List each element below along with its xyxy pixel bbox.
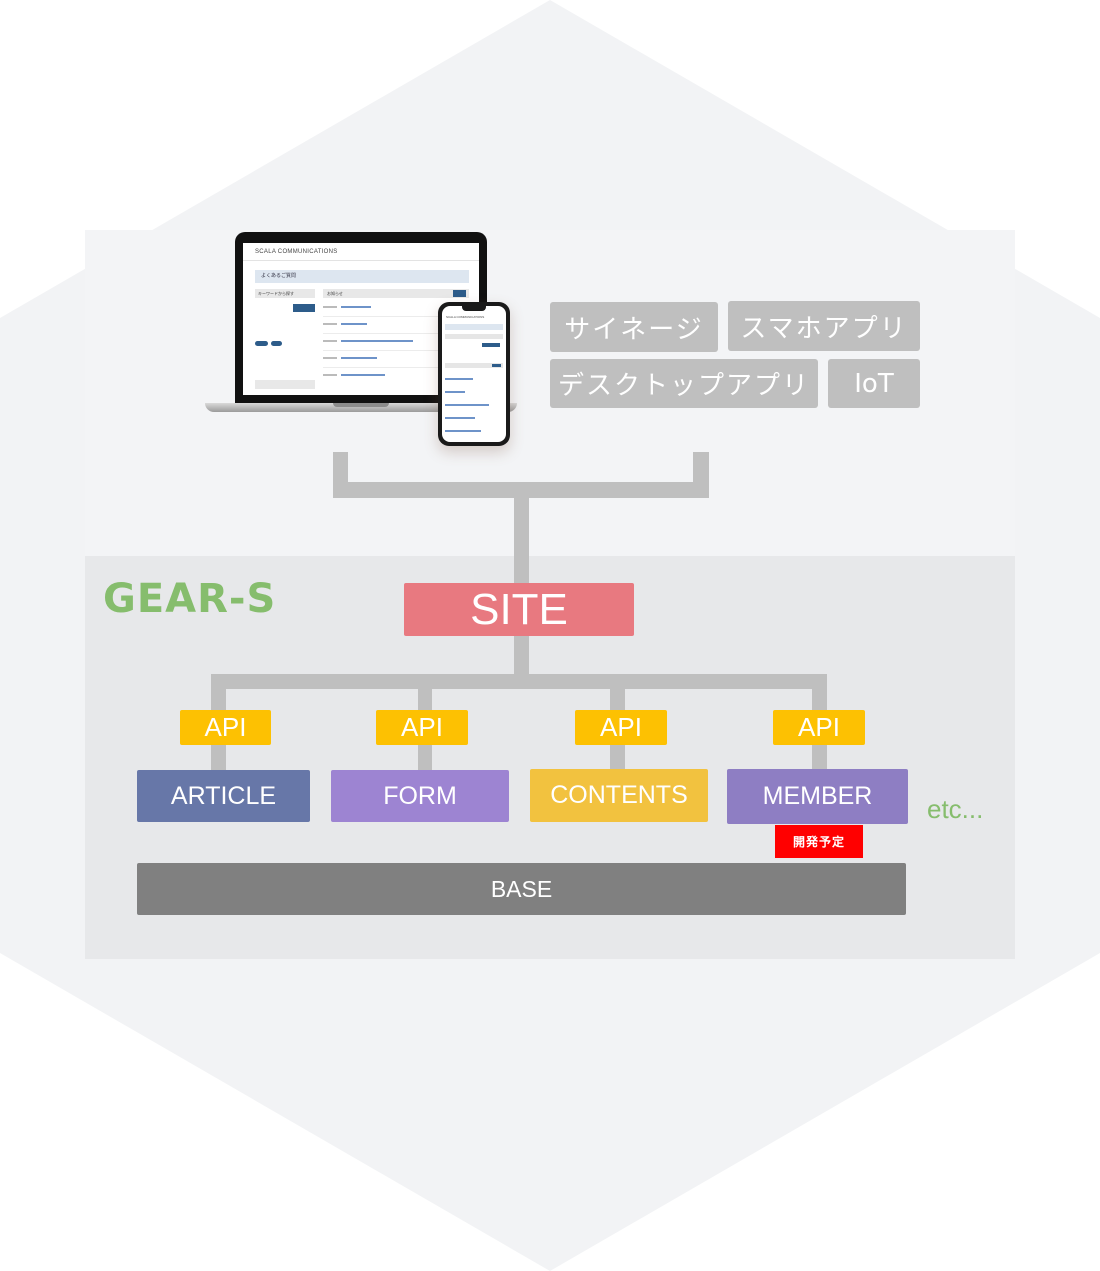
news-date (323, 357, 337, 359)
laptop-hinge (333, 403, 389, 407)
laptop-screen-tag (271, 341, 282, 346)
phone-news-link (445, 430, 481, 432)
phone-news-link (445, 391, 465, 393)
laptop-screen-news-heading: お知らせ (323, 289, 469, 298)
phone-news-link (445, 404, 489, 406)
module-article: ARTICLE (137, 770, 310, 822)
news-date (323, 306, 337, 308)
etc-label: etc... (927, 794, 984, 824)
laptop-screen-search-heading: キーワードから探す (255, 289, 315, 298)
connector-modules-bus (211, 674, 827, 689)
api-badge-form: API (376, 710, 468, 745)
phone-news-link (445, 417, 475, 419)
phone-screen-search-bar (445, 334, 503, 339)
connector-site-stem (514, 636, 529, 676)
laptop-screen-divider (243, 260, 479, 261)
phone-screen-more-button (492, 364, 501, 367)
platform-tag-desktop-app: デスクトップアプリ (550, 359, 818, 408)
module-form: FORM (331, 770, 509, 822)
phone-notch (462, 306, 486, 311)
platform-tag-signage: サイネージ (550, 302, 718, 352)
laptop-screen-search-button (293, 304, 315, 312)
site-box: SITE (404, 583, 634, 636)
phone-screen: SCALA COMMUNICATIONS (442, 306, 506, 442)
laptop-screen-logo: SCALA COMMUNICATIONS (255, 249, 338, 255)
api-badge-member: API (773, 710, 865, 745)
laptop-screen-category-heading (255, 380, 315, 389)
api-badge-contents: API (575, 710, 667, 745)
news-link (341, 323, 367, 325)
module-contents: CONTENTS (530, 769, 708, 822)
api-badge-article: API (180, 710, 271, 745)
module-member: MEMBER (727, 769, 908, 824)
connector-clients-bus (333, 482, 709, 498)
phone-news-link (445, 378, 473, 380)
phone-mockup: SCALA COMMUNICATIONS (438, 302, 510, 446)
laptop-screen-title: よくあるご質問 (255, 270, 469, 283)
news-date (323, 340, 337, 342)
news-link (341, 340, 413, 342)
gear-s-label: GEAR-S (103, 576, 277, 622)
planned-badge: 開発予定 (775, 825, 863, 858)
base-layer: BASE (137, 863, 906, 915)
platform-tag-iot: IoT (828, 359, 920, 408)
phone-screen-logo: SCALA COMMUNICATIONS (446, 315, 485, 319)
phone-screen-search-button (482, 343, 500, 347)
connector-stem-to-site (514, 556, 529, 583)
news-link (341, 306, 371, 308)
laptop-screen-tag (255, 341, 268, 346)
phone-screen-title-bar (445, 324, 503, 330)
laptop-screen-more-button (453, 290, 466, 297)
news-link (341, 374, 385, 376)
news-date (323, 323, 337, 325)
news-date (323, 374, 337, 376)
platform-tag-smartphone-app: スマホアプリ (728, 301, 920, 351)
news-link (341, 357, 377, 359)
